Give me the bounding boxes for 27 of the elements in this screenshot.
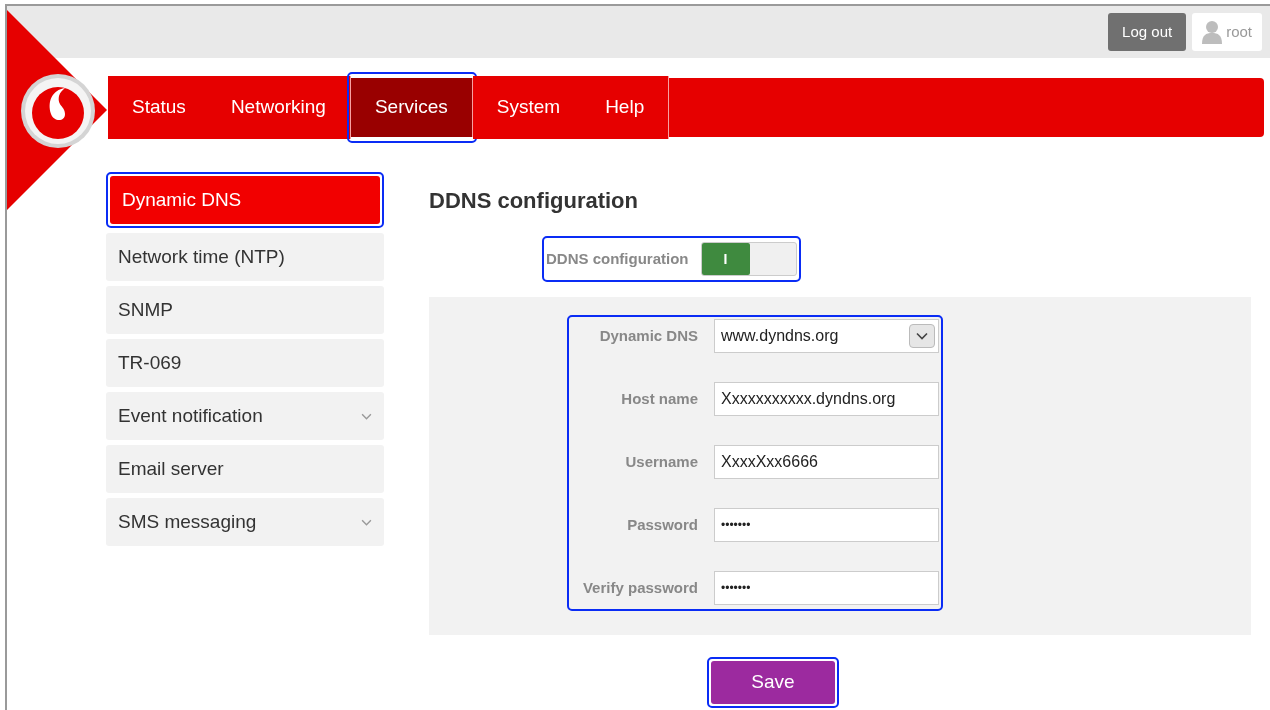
sidebar-item[interactable]: SMS messaging [106,498,384,546]
sidebar-item[interactable]: TR-069 [106,339,384,387]
field-label: Host name [620,388,698,409]
input-field[interactable]: XxxxXxx6666 [714,445,939,479]
nav-tab[interactable]: Help [581,76,670,139]
field-label: Verify password [581,577,698,598]
field-label: Username [624,451,698,472]
user-icon [1202,20,1223,44]
toggle-switch[interactable]: I [700,242,797,276]
sidebar-item[interactable]: Event notification [106,392,384,440]
field-label: Dynamic DNS [598,325,698,346]
input-field[interactable]: Xxxxxxxxxxx.dyndns.org [714,382,939,416]
chevron-icon [916,332,928,340]
select-field[interactable]: www.dyndns.org [714,319,939,353]
password-field[interactable]: ••••••• [714,571,939,605]
save-button[interactable]: Save [711,661,835,704]
dropdown-button[interactable] [909,324,935,348]
sidebar-item[interactable]: Dynamic DNS [110,176,380,224]
sidebar-item[interactable]: Network time (NTP) [106,233,384,281]
sidebar-item[interactable]: SNMP [106,286,384,334]
password-field[interactable]: ••••••• [714,508,939,542]
logout-button[interactable]: Log out [1108,13,1187,51]
field-label: Password [626,514,698,535]
sidebar-item[interactable]: Email server [106,445,384,493]
section-title: DDNS configuration [429,186,639,215]
toggle-label: DDNS configuration [546,248,689,269]
nav-tab[interactable]: Services [350,78,473,137]
